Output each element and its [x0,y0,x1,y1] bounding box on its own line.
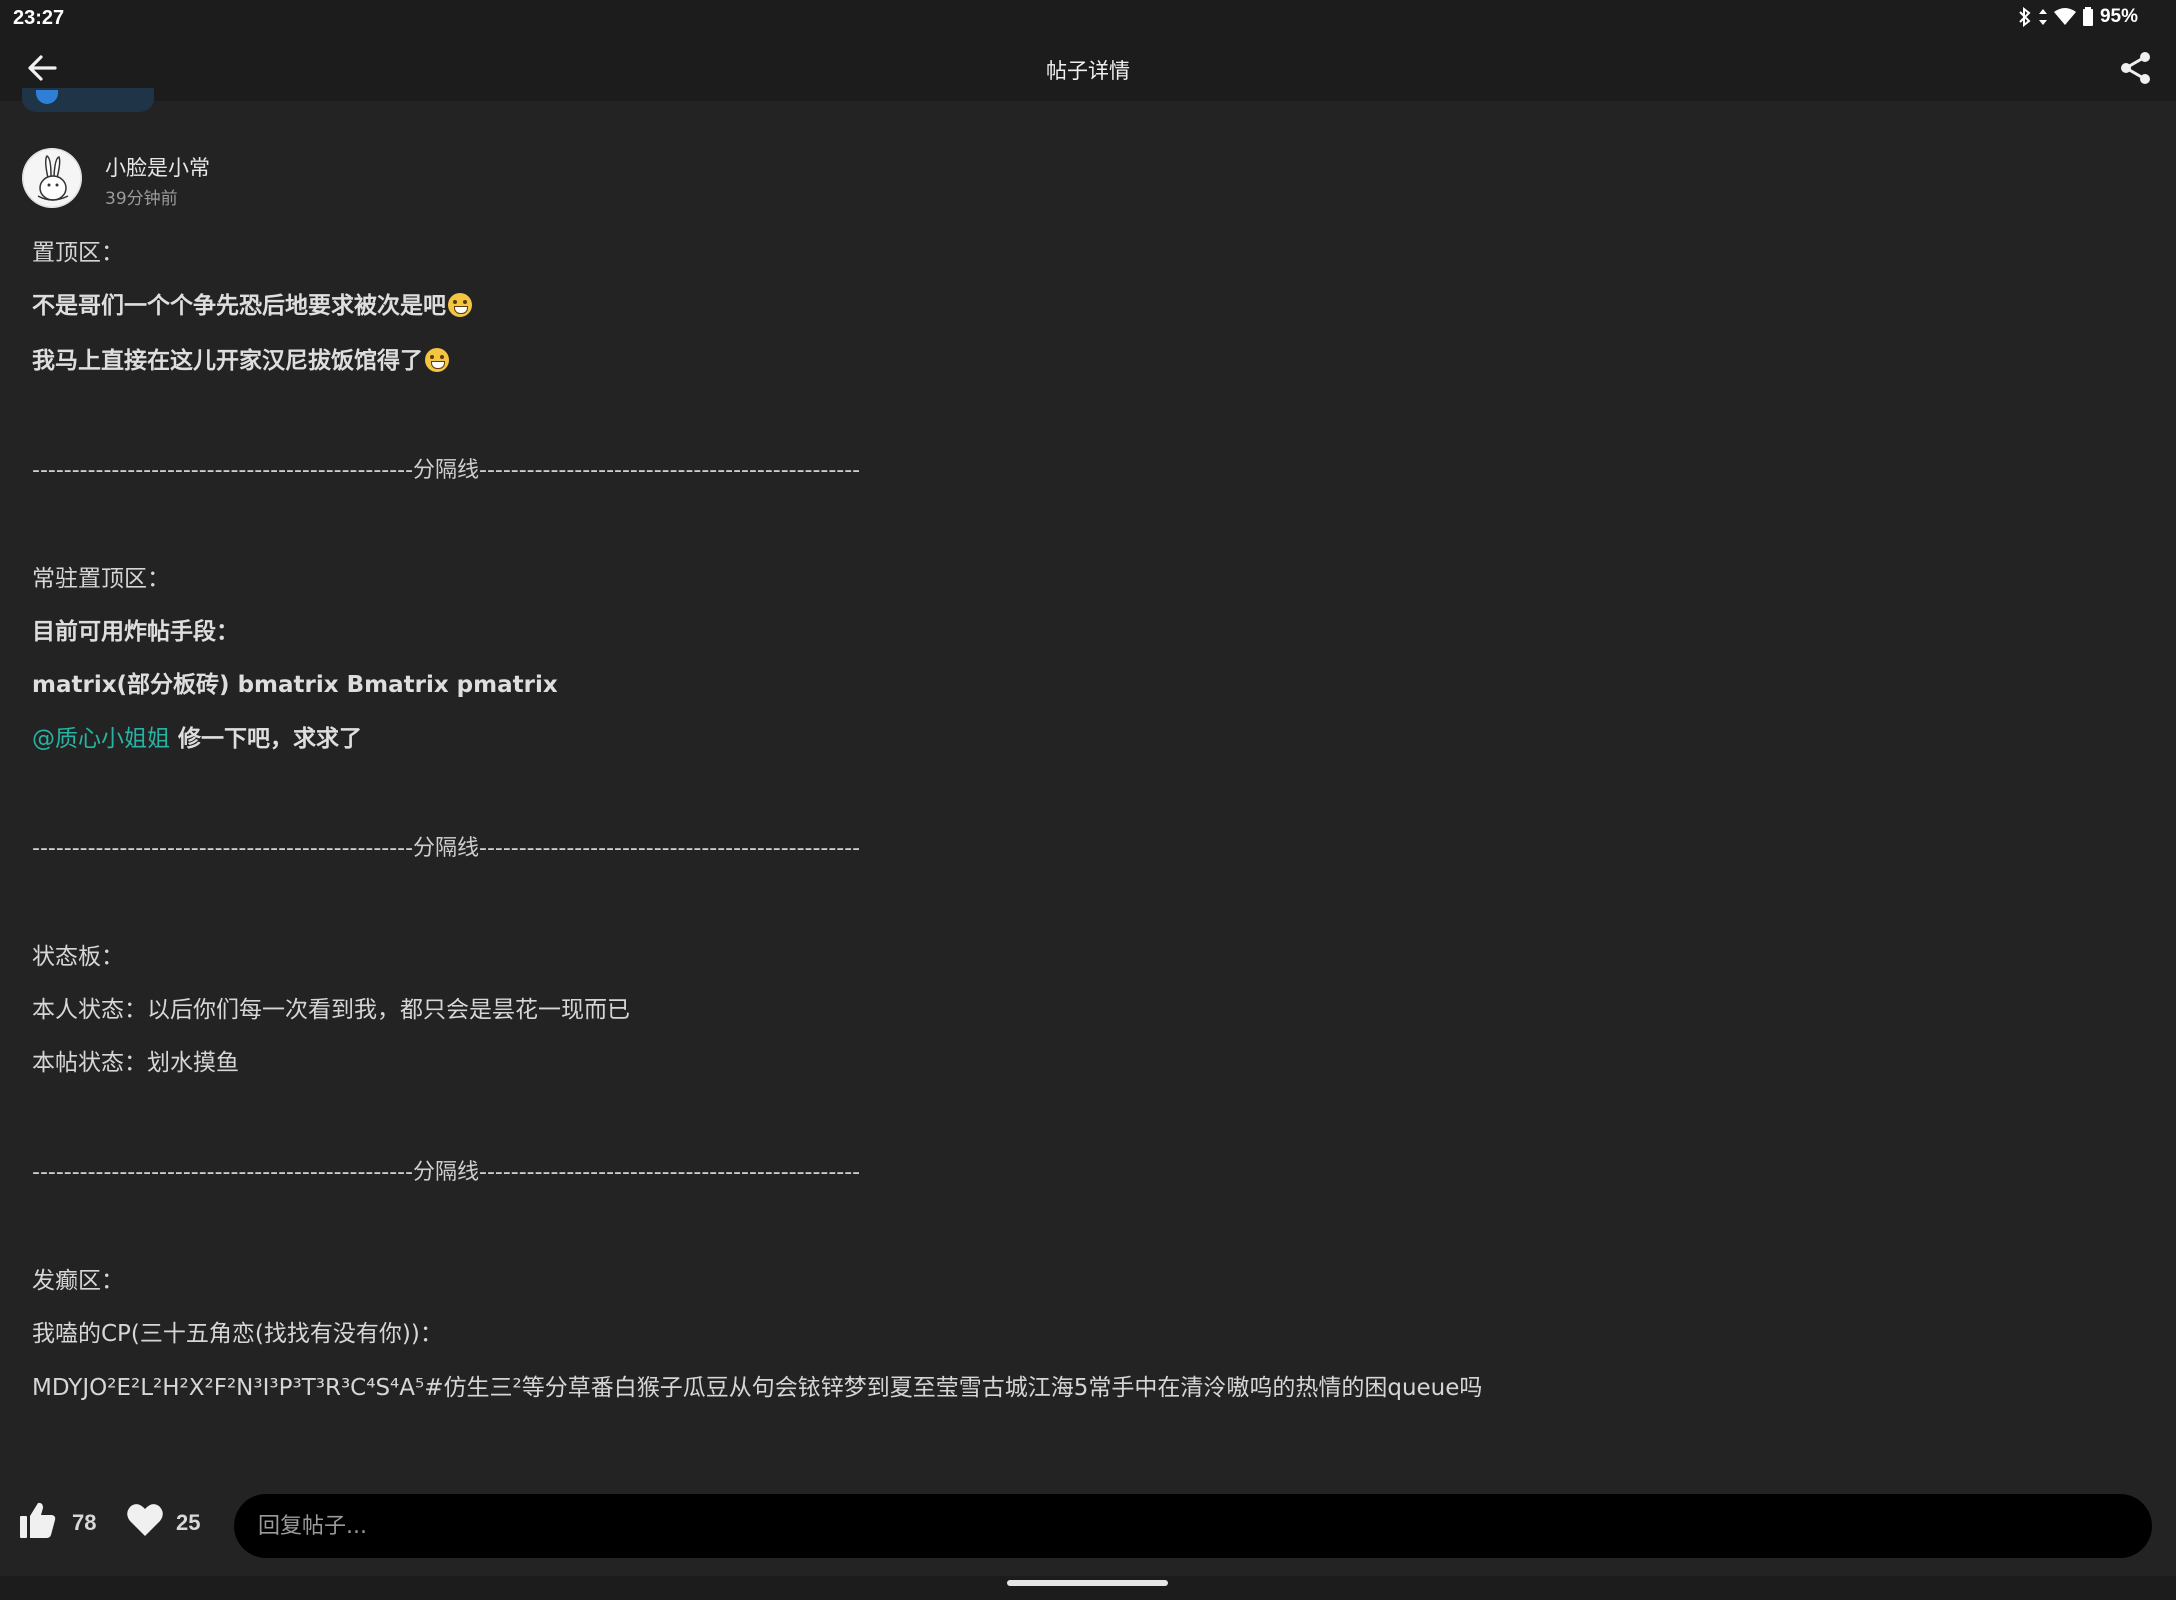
status-icons: 95% [2018,6,2138,28]
home-indicator[interactable] [1007,1580,1168,1586]
share-icon [2120,51,2152,89]
divider-text: ----------------------------------------… [32,1160,861,1185]
post-line: 目前可用炸帖手段： [32,619,239,645]
scrolled-tag [22,88,154,112]
battery-icon [2082,7,2094,27]
status-time: 23:27 [13,7,65,29]
favorite-count: 25 [176,1510,201,1535]
bottom-action-bar: 78 25 [0,1470,2176,1576]
section-heading: 置顶区： [32,240,124,266]
rabbit-avatar-icon [22,148,82,208]
favorite-button[interactable] [126,1502,164,1538]
post-line: 本人状态：以后你们每一次看到我，都只会是昙花一现而已 [32,997,630,1023]
like-count: 78 [72,1510,97,1535]
post-line-text: 修一下吧，求求了 [170,726,363,752]
status-bar: 23:27 95% [0,0,2176,36]
tag-icon [36,90,58,104]
section-heading: 常驻置顶区： [32,566,170,592]
grinning-sweat-emoji-icon [425,348,449,372]
page-title: 帖子详情 [1046,59,1130,83]
like-button[interactable] [18,1500,58,1540]
heart-icon [127,1504,163,1536]
share-button[interactable] [2116,50,2156,90]
grinning-sweat-emoji-icon [448,293,472,317]
data-arrows-icon [2038,7,2048,27]
section-heading: 状态板： [32,944,124,970]
reply-input[interactable] [234,1494,2152,1558]
app-bar: 帖子详情 [0,36,2176,101]
user-mention-link[interactable]: @质心小姐姐 [32,726,170,752]
post-line: 本帖状态：划水摸鱼 [32,1050,239,1076]
author-name[interactable]: 小脸是小常 [105,152,210,182]
divider-text: ----------------------------------------… [32,458,861,483]
thumbs-up-icon [20,1502,56,1538]
post-line: 我马上直接在这儿开家汉尼拔饭馆得了 [32,346,449,376]
post-line: MDYJO²E²L²H²X²F²N³I³P³T³R³C⁴S⁴A⁵#仿生三²等分草… [32,1375,1483,1401]
bluetooth-icon [2018,7,2032,27]
post-line: @质心小姐姐 修一下吧，求求了 [32,724,362,754]
post-line-text: 我马上直接在这儿开家汉尼拔饭馆得了 [32,348,423,374]
post-line: matrix(部分板砖) bmatrix Bmatrix pmatrix [32,672,558,698]
divider-text: ----------------------------------------… [32,836,861,861]
section-heading: 发癫区： [32,1268,124,1294]
system-nav-area [0,1576,2176,1600]
post-line: 我嗑的CP(三十五角恋(找找有没有你))： [32,1321,443,1347]
wifi-icon [2053,8,2076,26]
post-time: 39分钟前 [105,189,178,209]
post-line: 不是哥们一个个争先恐后地要求被次是吧 [32,291,472,321]
avatar[interactable] [22,148,82,208]
post-line-text: 不是哥们一个个争先恐后地要求被次是吧 [32,293,446,319]
battery-percent: 95% [2099,6,2138,27]
